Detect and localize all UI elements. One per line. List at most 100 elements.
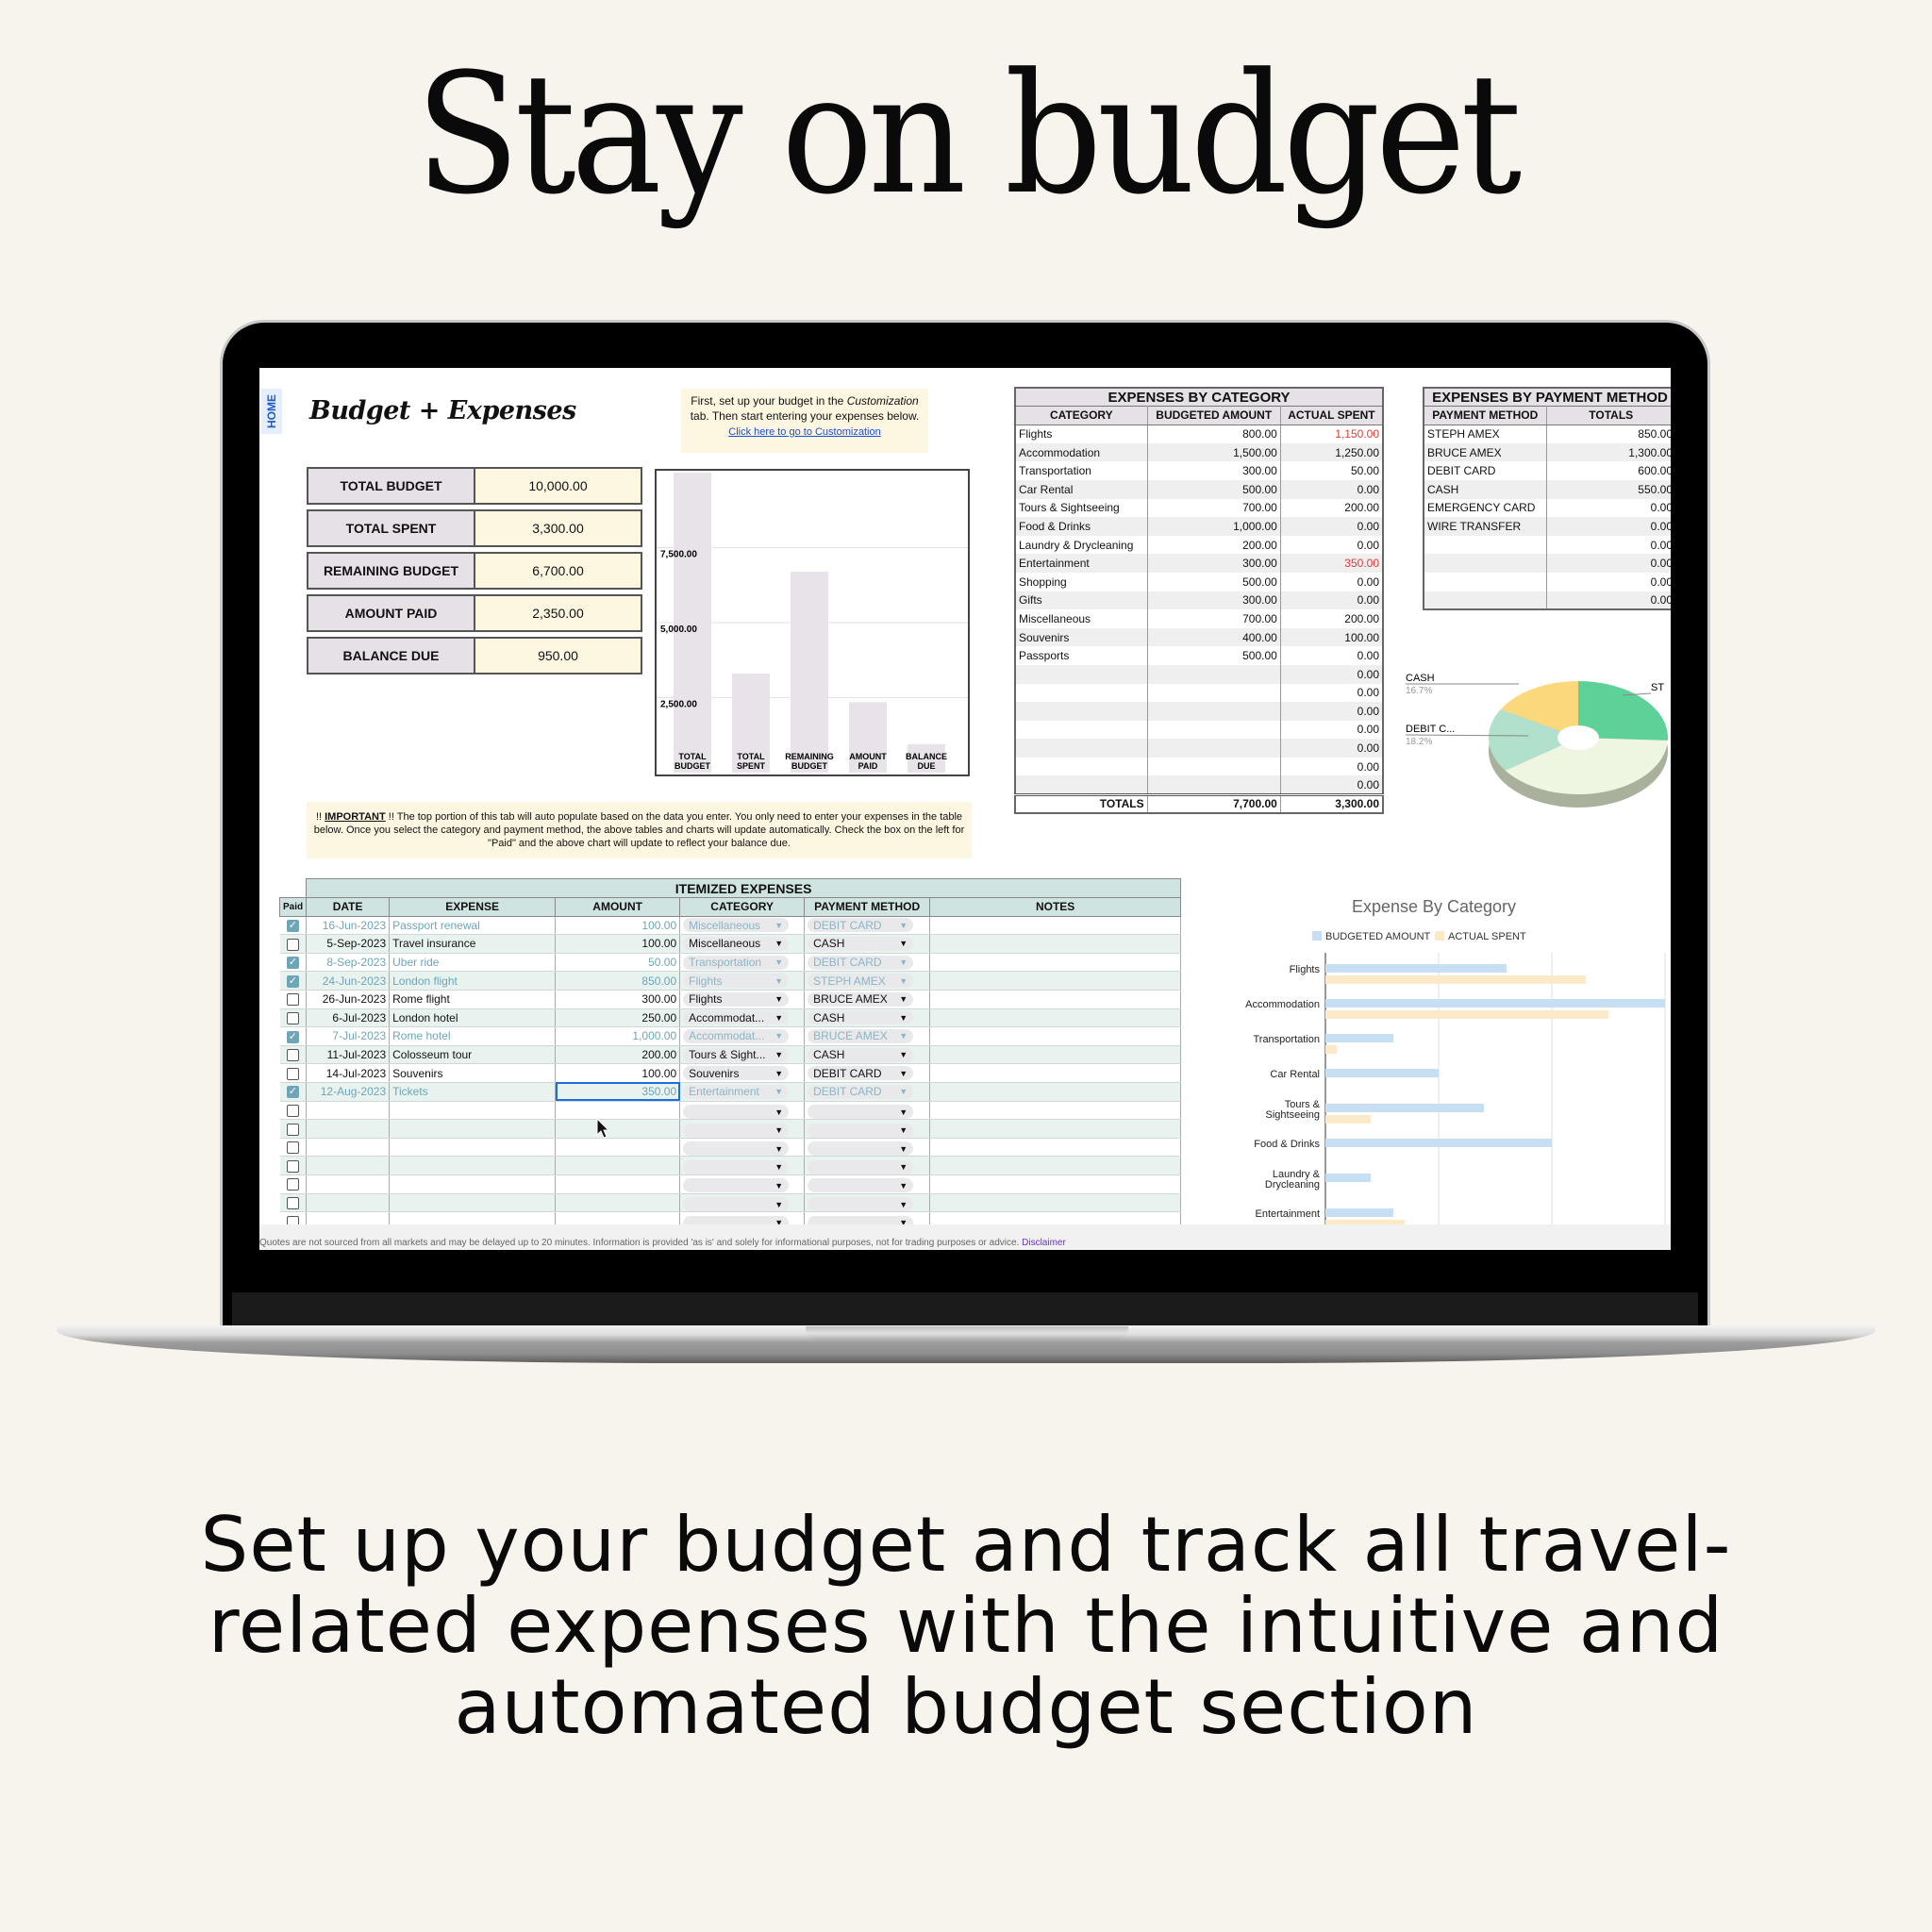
expense-amount[interactable] <box>555 1193 681 1213</box>
payment-dropdown[interactable]: CASH ▼ <box>808 1047 914 1062</box>
expense-amount[interactable]: 50.00 <box>555 953 681 973</box>
checkbox-unchecked[interactable] <box>286 1104 299 1117</box>
expense-name[interactable]: Uber ride <box>389 953 557 973</box>
expense-date[interactable]: 8-Sep-2023 <box>306 953 391 973</box>
expense-notes[interactable] <box>929 1026 1182 1046</box>
expense-notes[interactable] <box>929 934 1182 954</box>
category-dropdown[interactable]: ▼ <box>683 1105 790 1120</box>
expense-date[interactable] <box>306 1138 391 1158</box>
expense-date[interactable] <box>306 1174 391 1194</box>
expense-date[interactable] <box>306 1193 391 1213</box>
expense-date[interactable]: 16-Jun-2023 <box>306 916 391 936</box>
checkbox-unchecked[interactable] <box>286 1049 299 1062</box>
expense-name[interactable] <box>389 1174 557 1194</box>
payment-dropdown[interactable]: ▼ <box>808 1123 914 1138</box>
expense-name[interactable] <box>389 1138 557 1158</box>
summary-value[interactable]: 10,000.00 <box>475 469 641 503</box>
expense-amount[interactable]: 350.00 <box>555 1082 681 1102</box>
expense-date[interactable]: 26-Jun-2023 <box>306 990 391 1009</box>
expense-date[interactable]: 7-Jul-2023 <box>306 1026 391 1046</box>
category-dropdown[interactable]: Flights ▼ <box>683 974 790 989</box>
category-dropdown[interactable]: Miscellaneous ▼ <box>683 936 790 951</box>
expense-date[interactable]: 11-Jul-2023 <box>306 1045 391 1065</box>
expense-notes[interactable] <box>929 1193 1182 1213</box>
checkbox-unchecked[interactable] <box>286 1067 299 1080</box>
expense-date[interactable]: 14-Jul-2023 <box>306 1063 391 1083</box>
expense-date[interactable]: 24-Jun-2023 <box>306 971 391 991</box>
checkbox-checked[interactable]: ✓ <box>286 920 299 933</box>
checkbox-unchecked[interactable] <box>286 1141 299 1155</box>
expense-amount[interactable] <box>555 1138 681 1158</box>
expense-notes[interactable] <box>929 1063 1182 1083</box>
payment-dropdown[interactable]: BRUCE AMEX ▼ <box>808 1028 914 1043</box>
disclaimer-link[interactable]: Disclaimer <box>1022 1238 1066 1248</box>
payment-dropdown[interactable]: DEBIT CARD ▼ <box>808 918 914 933</box>
payment-dropdown[interactable]: ▼ <box>808 1197 914 1212</box>
category-dropdown[interactable]: ▼ <box>683 1123 790 1138</box>
expense-name[interactable]: London flight <box>389 971 557 991</box>
summary-value[interactable]: 950.00 <box>475 639 641 673</box>
expense-amount[interactable] <box>555 1101 681 1121</box>
summary-value[interactable]: 3,300.00 <box>475 511 641 545</box>
expense-name[interactable] <box>389 1119 557 1139</box>
expense-notes[interactable] <box>929 1045 1182 1065</box>
expense-date[interactable]: 5-Sep-2023 <box>306 934 391 954</box>
category-dropdown[interactable]: Accommodat... ▼ <box>683 1010 790 1025</box>
expense-name[interactable] <box>389 1156 557 1175</box>
expense-date[interactable] <box>306 1101 391 1121</box>
expense-notes[interactable] <box>929 1082 1182 1102</box>
expense-notes[interactable] <box>929 1156 1182 1175</box>
expense-amount[interactable]: 100.00 <box>555 934 681 954</box>
expense-amount[interactable] <box>555 1156 681 1175</box>
category-dropdown[interactable]: Souvenirs ▼ <box>683 1066 790 1081</box>
expense-name[interactable]: Passport renewal <box>389 916 557 936</box>
payment-dropdown[interactable]: DEBIT CARD ▼ <box>808 1084 914 1099</box>
expense-name[interactable]: Rome hotel <box>389 1026 557 1046</box>
checkbox-unchecked[interactable] <box>286 1196 299 1209</box>
category-dropdown[interactable]: ▼ <box>683 1159 790 1174</box>
payment-dropdown[interactable]: ▼ <box>808 1105 914 1120</box>
expense-notes[interactable] <box>929 1101 1182 1121</box>
checkbox-checked[interactable]: ✓ <box>286 1086 299 1099</box>
checkbox-unchecked[interactable] <box>286 1123 299 1136</box>
expense-name[interactable]: Colosseum tour <box>389 1045 557 1065</box>
checkbox-checked[interactable]: ✓ <box>286 957 299 970</box>
category-dropdown[interactable]: ▼ <box>683 1178 790 1193</box>
checkbox-unchecked[interactable] <box>286 1178 299 1191</box>
expense-notes[interactable] <box>929 1119 1182 1139</box>
expense-name[interactable] <box>389 1101 557 1121</box>
payment-dropdown[interactable]: DEBIT CARD ▼ <box>808 955 914 970</box>
expense-notes[interactable] <box>929 990 1182 1009</box>
category-dropdown[interactable]: Accommodat... ▼ <box>683 1028 790 1043</box>
expense-notes[interactable] <box>929 1138 1182 1158</box>
expense-name[interactable]: Tickets <box>389 1082 557 1102</box>
payment-dropdown[interactable]: ▼ <box>808 1159 914 1174</box>
expense-name[interactable]: Travel insurance <box>389 934 557 954</box>
expense-name[interactable]: Rome flight <box>389 990 557 1009</box>
summary-value[interactable]: 2,350.00 <box>475 596 641 630</box>
expense-notes[interactable] <box>929 1174 1182 1194</box>
expense-amount[interactable] <box>555 1119 681 1139</box>
payment-dropdown[interactable]: DEBIT CARD ▼ <box>808 1066 914 1081</box>
checkbox-checked[interactable]: ✓ <box>286 974 299 988</box>
category-dropdown[interactable]: Flights ▼ <box>683 991 790 1007</box>
payment-dropdown[interactable]: ▼ <box>808 1178 914 1193</box>
customization-link[interactable]: Click here to go to Customization <box>728 426 880 438</box>
expense-amount[interactable]: 1,000.00 <box>555 1026 681 1046</box>
expense-date[interactable]: 12-Aug-2023 <box>306 1082 391 1102</box>
expense-date[interactable] <box>306 1119 391 1139</box>
category-dropdown[interactable]: Tours & Sight... ▼ <box>683 1047 790 1062</box>
expense-notes[interactable] <box>929 916 1182 936</box>
checkbox-unchecked[interactable] <box>286 993 299 1007</box>
expense-notes[interactable] <box>929 971 1182 991</box>
expense-name[interactable] <box>389 1193 557 1213</box>
expense-amount[interactable]: 250.00 <box>555 1008 681 1028</box>
expense-name[interactable]: Souvenirs <box>389 1063 557 1083</box>
category-dropdown[interactable]: Miscellaneous ▼ <box>683 918 790 933</box>
checkbox-checked[interactable]: ✓ <box>286 1030 299 1043</box>
category-dropdown[interactable]: ▼ <box>683 1141 790 1157</box>
expense-amount[interactable]: 200.00 <box>555 1045 681 1065</box>
expense-notes[interactable] <box>929 953 1182 973</box>
payment-dropdown[interactable]: CASH ▼ <box>808 936 914 951</box>
summary-value[interactable]: 6,700.00 <box>475 554 641 588</box>
